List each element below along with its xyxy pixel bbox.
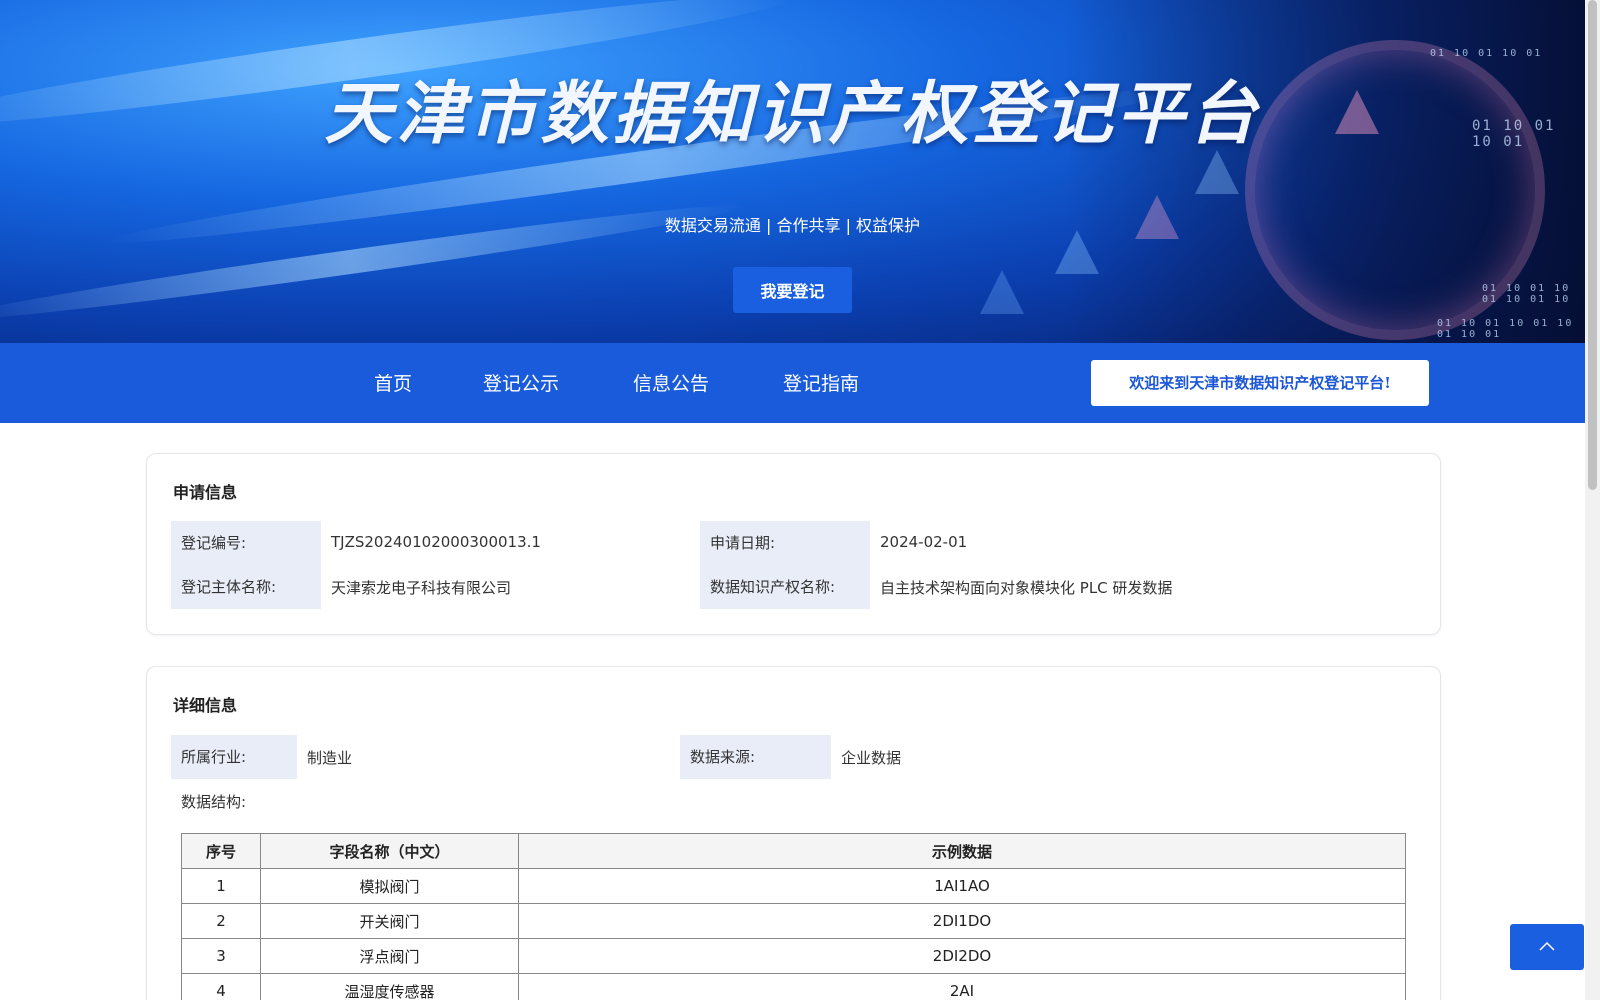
banner-title: 天津市数据知识产权登记平台 — [324, 75, 1261, 154]
nav-item-guide[interactable]: 登记指南 — [783, 369, 859, 396]
cell-index: 4 — [181, 973, 261, 1000]
cell-index: 1 — [181, 868, 261, 904]
reg-no-label: 登记编号: — [181, 534, 247, 552]
structure-label: 数据结构: — [181, 793, 247, 811]
back-to-top-button[interactable] — [1510, 924, 1584, 970]
table-row: 4 温湿度传感器 2AI — [181, 973, 1406, 1000]
cell-sample-data: 1AI1AO — [518, 868, 1406, 904]
cell-field-name: 浮点阀门 — [260, 938, 519, 974]
nav-item-announcements[interactable]: 信息公告 — [633, 369, 709, 396]
cell-index: 3 — [181, 938, 261, 974]
table-row: 3 浮点阀门 2DI2DO — [181, 938, 1406, 974]
table-header-row: 序号 字段名称（中文） 示例数据 — [181, 833, 1406, 869]
reg-no-value: TJZS20240102000300013.1 — [331, 533, 541, 551]
source-label: 数据来源: — [680, 735, 831, 779]
nav-item-home[interactable]: 首页 — [374, 369, 412, 396]
cell-field-name: 开关阀门 — [260, 903, 519, 939]
register-button[interactable]: 我要登记 — [733, 267, 852, 313]
ip-name-value: 自主技术架构面向对象模块化 PLC 研发数据 — [880, 579, 1173, 597]
entity-label: 登记主体名称: — [181, 578, 277, 596]
cell-index: 2 — [181, 903, 261, 939]
cell-sample-data: 2DI2DO — [518, 938, 1406, 974]
scrollbar-thumb[interactable] — [1588, 0, 1597, 490]
label-column: 登记编号: 登记主体名称: — [171, 521, 321, 609]
column-header-index: 序号 — [181, 833, 261, 869]
industry-label: 所属行业: — [171, 735, 297, 779]
cell-field-name: 温湿度传感器 — [260, 973, 519, 1000]
data-structure-table: 序号 字段名称（中文） 示例数据 1 模拟阀门 1AI1AO 2 开关阀门 2D… — [181, 833, 1406, 1000]
column-header-field-name: 字段名称（中文） — [260, 833, 519, 869]
table-row: 1 模拟阀门 1AI1AO — [181, 868, 1406, 904]
banner-slogan: 数据交易流通 | 合作共享 | 权益保护 — [664, 216, 921, 235]
card-title: 申请信息 — [173, 483, 238, 502]
triangle-decoration — [1055, 230, 1099, 274]
triangle-decoration — [980, 270, 1024, 314]
nav-item-registration-notice[interactable]: 登记公示 — [483, 369, 559, 396]
cell-sample-data: 2DI1DO — [518, 903, 1406, 939]
source-value: 企业数据 — [841, 749, 902, 767]
entity-value: 天津索龙电子科技有限公司 — [331, 579, 512, 597]
chevron-up-icon — [1539, 941, 1555, 951]
ip-name-label: 数据知识产权名称: — [710, 578, 836, 596]
column-header-sample-data: 示例数据 — [518, 833, 1406, 869]
date-label: 申请日期: — [710, 534, 776, 552]
label-column: 申请日期: 数据知识产权名称: — [700, 521, 870, 609]
binary-decoration: 01 10 01 10 01 10 01 10 01 — [1437, 318, 1574, 340]
cell-sample-data: 2AI — [518, 973, 1406, 1000]
date-value: 2024-02-01 — [880, 533, 968, 551]
binary-decoration: 01 10 01 10 01 10 01 10 — [1482, 283, 1571, 305]
welcome-banner: 欢迎来到天津市数据知识产权登记平台! — [1091, 360, 1429, 406]
card-title: 详细信息 — [173, 696, 238, 715]
table-row: 2 开关阀门 2DI1DO — [181, 903, 1406, 939]
cell-field-name: 模拟阀门 — [260, 868, 519, 904]
industry-value: 制造业 — [307, 749, 353, 767]
